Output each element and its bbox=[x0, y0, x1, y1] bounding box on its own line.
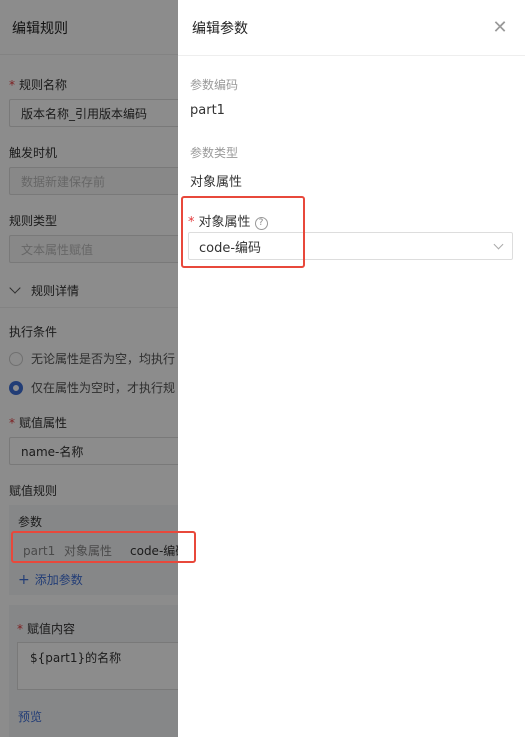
modal-mask[interactable] bbox=[0, 0, 178, 737]
param-type-value: 对象属性 bbox=[190, 175, 243, 190]
drawer-header: 编辑参数 ✕ bbox=[178, 0, 525, 56]
edit-param-drawer: 编辑参数 ✕ 参数编码 part1 参数类型 对象属性 * 对象属性? code-… bbox=[178, 0, 525, 737]
param-type-label: 参数类型 bbox=[190, 146, 239, 160]
highlight-box-param-row bbox=[11, 531, 196, 563]
close-icon[interactable]: ✕ bbox=[489, 17, 511, 39]
drawer-title: 编辑参数 bbox=[192, 20, 248, 37]
param-code-value: part1 bbox=[190, 103, 225, 118]
param-code-label: 参数编码 bbox=[190, 78, 239, 92]
highlight-box-object-attr bbox=[181, 196, 305, 268]
chevron-down-icon bbox=[493, 239, 504, 249]
